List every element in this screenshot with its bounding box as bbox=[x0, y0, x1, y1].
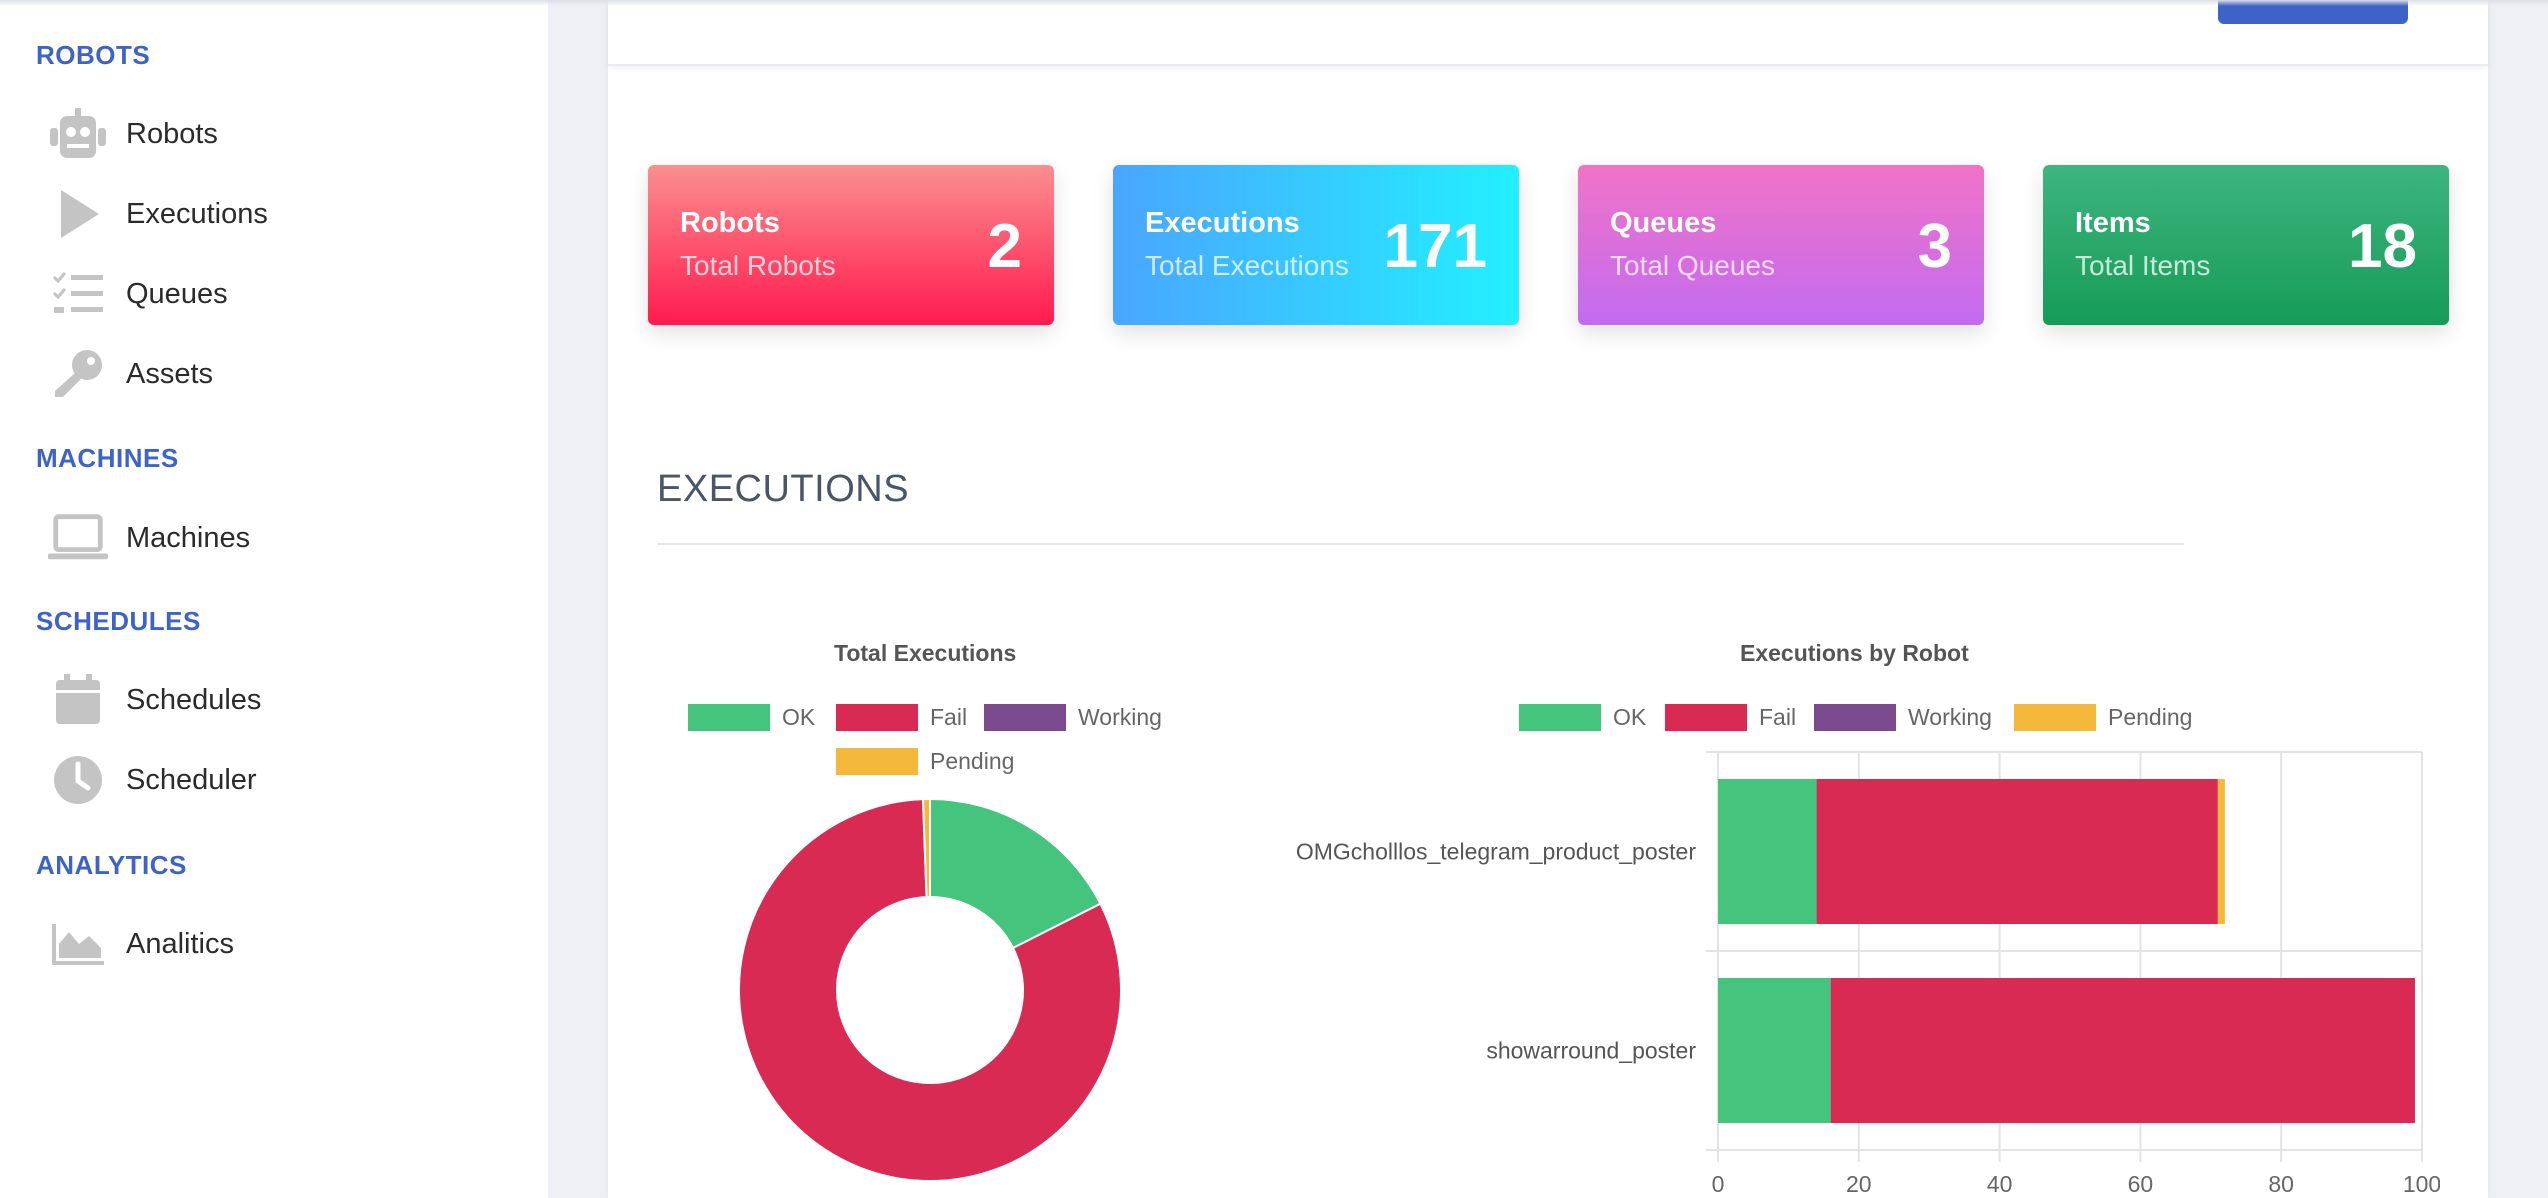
bar-legend-pending[interactable]: Pending bbox=[2014, 704, 2192, 731]
bar-ok[interactable] bbox=[1718, 978, 1831, 1123]
stat-value: 171 bbox=[1383, 212, 1487, 281]
stat-title: Executions bbox=[1145, 207, 1300, 239]
sidebar-item-label: Robots bbox=[126, 117, 218, 150]
stat-card-queues[interactable]: Queues Total Queues 3 bbox=[1578, 165, 1984, 325]
stat-title: Queues bbox=[1610, 207, 1717, 239]
legend-label: Working bbox=[1908, 704, 1992, 730]
legend-swatch bbox=[1519, 704, 1601, 731]
legend-swatch bbox=[984, 704, 1066, 731]
x-tick-label: 20 bbox=[1846, 1171, 1872, 1197]
section-title-analytics: ANALYTICS bbox=[36, 850, 187, 880]
key-icon bbox=[48, 344, 108, 404]
legend-swatch bbox=[836, 748, 918, 775]
donut-legend-pending[interactable]: Pending bbox=[836, 748, 1014, 775]
legend-swatch bbox=[836, 704, 918, 731]
sidebar-item-label: Scheduler bbox=[126, 763, 257, 796]
sidebar-item-label: Queues bbox=[126, 277, 228, 310]
calendar-icon bbox=[48, 670, 108, 730]
bar-legend-fail[interactable]: Fail bbox=[1665, 704, 1796, 731]
area-chart-icon bbox=[48, 914, 108, 974]
clock-icon bbox=[48, 750, 108, 810]
stat-title: Items bbox=[2075, 207, 2151, 239]
legend-label: Pending bbox=[930, 748, 1015, 774]
x-tick-label: 40 bbox=[1987, 1171, 2013, 1197]
sidebar-item-label: Schedules bbox=[126, 683, 262, 716]
stat-subtitle: Total Items bbox=[2075, 250, 2211, 281]
top-bar bbox=[608, 0, 2488, 66]
stat-card-items[interactable]: Items Total Items 18 bbox=[2043, 165, 2449, 325]
sidebar-item-robots[interactable]: Robots bbox=[48, 102, 528, 166]
legend-swatch bbox=[2014, 704, 2096, 731]
sidebar-item-assets[interactable]: Assets bbox=[48, 342, 528, 406]
sidebar-item-queues[interactable]: Queues bbox=[48, 262, 528, 326]
bar-legend-working[interactable]: Working bbox=[1814, 704, 1992, 731]
sidebar-item-schedules[interactable]: Schedules bbox=[48, 668, 528, 732]
stat-card-executions[interactable]: Executions Total Executions 171 bbox=[1113, 165, 1519, 325]
y-category-label: OMGcholllos_telegram_product_poster bbox=[1296, 839, 1696, 865]
robot-icon bbox=[48, 104, 108, 164]
section-title-machines: MACHINES bbox=[36, 443, 179, 473]
stat-subtitle: Total Queues bbox=[1610, 250, 1775, 281]
x-tick-label: 60 bbox=[2128, 1171, 2154, 1197]
sidebar-item-label: Assets bbox=[126, 357, 214, 390]
legend-label: Working bbox=[1078, 704, 1162, 730]
divider bbox=[657, 543, 2184, 545]
top-edge-shadow bbox=[0, 0, 2548, 6]
legend-swatch bbox=[1665, 704, 1747, 731]
stat-title: Robots bbox=[680, 207, 780, 239]
donut-chart bbox=[738, 797, 1122, 1182]
y-category-label: showarround_poster bbox=[1486, 1038, 1696, 1064]
stat-value: 2 bbox=[987, 212, 1022, 281]
stat-value: 3 bbox=[1917, 212, 1952, 281]
donut-chart-title: Total Executions bbox=[834, 640, 1017, 666]
stat-subtitle: Total Executions bbox=[1145, 250, 1349, 281]
section-title-schedules: SCHEDULES bbox=[36, 606, 201, 636]
x-tick-label: 80 bbox=[2268, 1171, 2294, 1197]
bar-legend-ok[interactable]: OK bbox=[1519, 704, 1646, 731]
executions-heading: EXECUTIONS bbox=[657, 468, 910, 510]
bar-pending[interactable] bbox=[2217, 779, 2225, 924]
stat-subtitle: Total Robots bbox=[680, 250, 836, 281]
sidebar: ROBOTS Robots Executions Queues Assets M… bbox=[0, 0, 548, 1198]
legend-label: Pending bbox=[2108, 704, 2193, 730]
sidebar-item-label: Machines bbox=[126, 521, 251, 554]
sidebar-item-label: Analitics bbox=[126, 927, 234, 960]
bar-chart-title: Executions by Robot bbox=[1740, 640, 1969, 666]
x-tick-label: 100 bbox=[2403, 1171, 2440, 1197]
bar-fail[interactable] bbox=[1830, 978, 2415, 1123]
legend-label: OK bbox=[1613, 704, 1647, 730]
donut-legend-fail[interactable]: Fail bbox=[836, 704, 967, 731]
section-title-robots: ROBOTS bbox=[36, 40, 151, 70]
x-tick-label: 0 bbox=[1712, 1171, 1725, 1197]
bar-fail[interactable] bbox=[1816, 779, 2218, 924]
sidebar-item-machines[interactable]: Machines bbox=[48, 506, 528, 570]
legend-swatch bbox=[688, 704, 770, 731]
play-icon bbox=[48, 184, 108, 244]
donut-legend-working[interactable]: Working bbox=[984, 704, 1162, 731]
legend-swatch bbox=[1814, 704, 1896, 731]
checklist-icon bbox=[48, 264, 108, 324]
sidebar-item-scheduler[interactable]: Scheduler bbox=[48, 748, 528, 812]
sidebar-item-label: Executions bbox=[126, 197, 268, 230]
legend-label: Fail bbox=[1759, 704, 1797, 730]
stat-value: 18 bbox=[2348, 212, 2417, 281]
bar-ok[interactable] bbox=[1718, 779, 1817, 924]
sidebar-item-analitics[interactable]: Analitics bbox=[48, 912, 528, 976]
stat-card-robots[interactable]: Robots Total Robots 2 bbox=[648, 165, 1054, 325]
sidebar-item-executions[interactable]: Executions bbox=[48, 182, 528, 246]
donut-legend-ok[interactable]: OK bbox=[688, 704, 815, 731]
laptop-icon bbox=[48, 508, 108, 568]
legend-label: OK bbox=[782, 704, 816, 730]
bar-chart: 0 20 40 60 80 100 OMGcholllos_telegram_product… bbox=[1296, 751, 2440, 1197]
legend-label: Fail bbox=[930, 704, 968, 730]
